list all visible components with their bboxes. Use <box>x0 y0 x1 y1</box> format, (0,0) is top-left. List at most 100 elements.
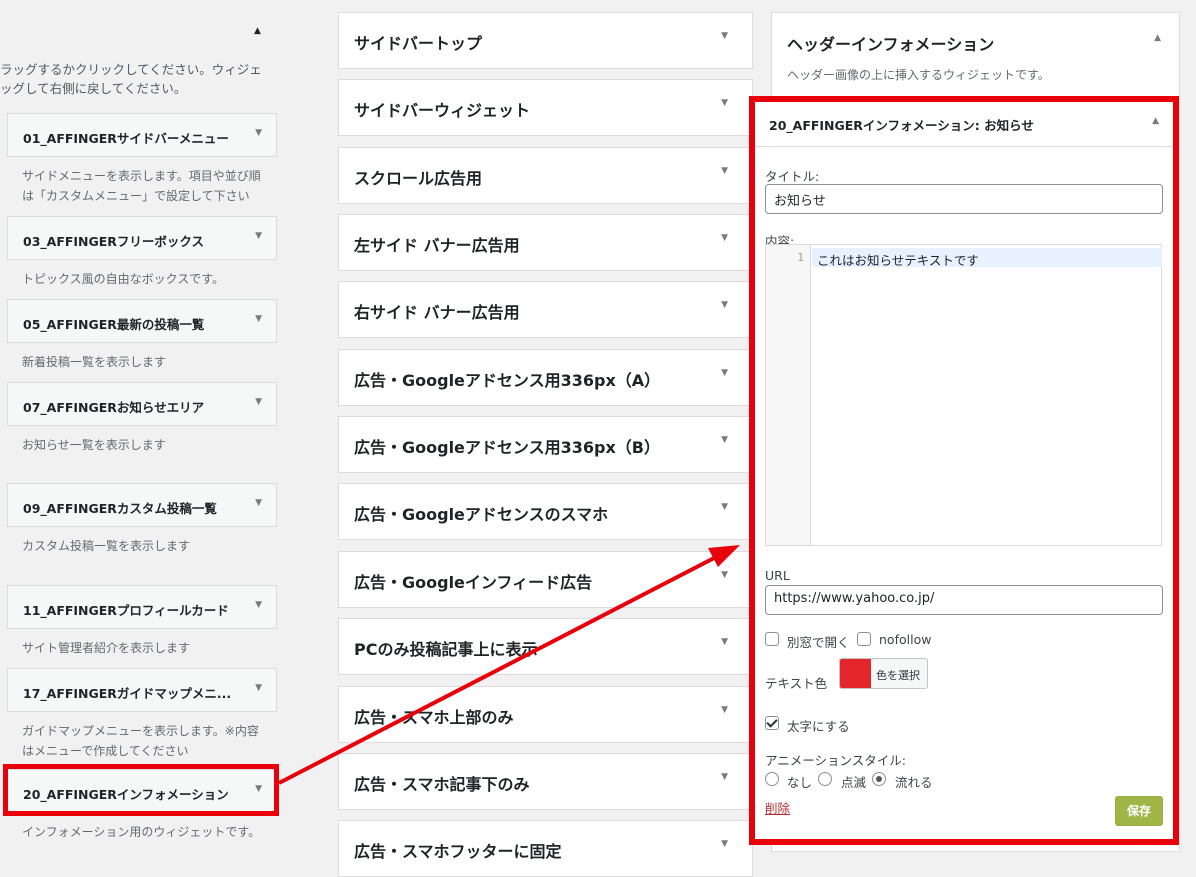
collapse-up-icon[interactable]: ▲ <box>1152 116 1159 126</box>
anim-none-label: なし <box>787 775 813 790</box>
widget-title: 03_AFFINGERフリーボックス <box>23 234 205 249</box>
line-number: 1 <box>797 251 804 264</box>
url-label: URL <box>765 568 790 583</box>
available-widget[interactable]: 17_AFFINGERガイドマップメニ... ▼ <box>7 668 277 712</box>
widget-area-title: 広告・Googleインフィード広告 <box>354 573 593 592</box>
area-title: ヘッダーインフォメーション <box>787 35 995 54</box>
widget-area[interactable]: 広告・スマホフッターに固定 ▼ <box>338 820 753 877</box>
available-widget[interactable]: 01_AFFINGERサイドバーメニュー ▼ <box>7 113 277 157</box>
anim-blink-radio[interactable] <box>818 772 832 786</box>
widget-description: トピックス風の自由なボックスです。 <box>22 272 225 286</box>
animation-style-label: アニメーションスタイル: <box>765 753 906 768</box>
expand-down-icon[interactable]: ▼ <box>721 166 728 176</box>
expand-down-icon[interactable]: ▼ <box>255 128 262 138</box>
content-editor[interactable]: 1 これはお知らせテキストです <box>765 244 1162 546</box>
save-button[interactable]: 保存 <box>1115 796 1163 826</box>
available-widget[interactable]: 07_AFFINGERお知らせエリア ▼ <box>7 382 277 426</box>
url-input[interactable]: https://www.yahoo.co.jp/ <box>765 585 1163 615</box>
delete-link[interactable]: 削除 <box>765 798 790 817</box>
widget-area[interactable]: 広告・スマホ上部のみ ▼ <box>338 686 753 743</box>
expand-down-icon[interactable]: ▼ <box>721 233 728 243</box>
widget-description: お知らせ一覧を表示します <box>22 438 166 452</box>
collapse-up-icon[interactable]: ▲ <box>254 26 261 36</box>
widget-area[interactable]: 左サイド バナー広告用 ▼ <box>338 214 753 271</box>
anim-flow-radio[interactable] <box>872 772 886 786</box>
expand-down-icon[interactable]: ▼ <box>721 300 728 310</box>
expand-down-icon[interactable]: ▼ <box>255 231 262 241</box>
available-widget[interactable]: 11_AFFINGERプロフィールカード ▼ <box>7 585 277 629</box>
expand-down-icon[interactable]: ▼ <box>255 683 262 693</box>
widget-description: サイドメニューを表示します。項目や並び順 は「カスタムメニュー」で設定して下さい <box>22 169 261 203</box>
widget-area-title: 広告・Googleアドセンス用336px（B） <box>354 438 660 457</box>
widget-area[interactable]: スクロール広告用 ▼ <box>338 147 753 204</box>
widget-editor-header[interactable]: 20_AFFINGERインフォメーション: お知らせ ▲ <box>755 102 1173 147</box>
expand-down-icon[interactable]: ▼ <box>721 637 728 647</box>
widget-area[interactable]: 広告・Googleアドセンス用336px（B） ▼ <box>338 416 753 473</box>
widget-area-title: サイドバーウィジェット <box>354 101 531 120</box>
expand-down-icon[interactable]: ▼ <box>255 397 262 407</box>
expand-down-icon[interactable]: ▼ <box>721 502 728 512</box>
widget-area-title: スクロール広告用 <box>354 169 483 188</box>
title-input[interactable]: お知らせ <box>765 184 1163 214</box>
widget-area-title: 右サイド バナー広告用 <box>354 303 520 322</box>
new-window-checkbox[interactable] <box>765 632 779 646</box>
widget-area-title: 広告・スマホ上部のみ <box>354 708 514 727</box>
expand-down-icon[interactable]: ▼ <box>255 600 262 610</box>
widget-area[interactable]: サイドバートップ ▼ <box>338 12 753 69</box>
widget-area[interactable]: PCのみ投稿記事上に表示 ▼ <box>338 618 753 675</box>
widget-description: 新着投稿一覧を表示します <box>22 355 167 369</box>
widget-area-title: 左サイド バナー広告用 <box>354 236 520 255</box>
available-widget[interactable]: 03_AFFINGERフリーボックス ▼ <box>7 216 277 260</box>
active-code-line[interactable]: これはお知らせテキストです <box>812 248 1162 268</box>
expand-down-icon[interactable]: ▼ <box>721 368 728 378</box>
widget-description: インフォメーション用のウィジェットです。 <box>22 825 261 839</box>
expand-down-icon[interactable]: ▼ <box>721 435 728 445</box>
anim-flow-label: 流れる <box>895 775 933 790</box>
highlight-frame <box>3 764 279 816</box>
text-color-label: テキスト色 <box>765 676 828 691</box>
available-widget[interactable]: 09_AFFINGERカスタム投稿一覧 ▼ <box>7 483 277 527</box>
widget-area-title: 広告・スマホ記事下のみ <box>354 775 530 794</box>
widget-area[interactable]: 広告・Googleアドセンスのスマホ ▼ <box>338 483 753 540</box>
widget-title: 05_AFFINGER最新の投稿一覧 <box>23 317 205 332</box>
widget-area[interactable]: 広告・Googleアドセンス用336px（A） ▼ <box>338 349 753 406</box>
collapse-up-icon[interactable]: ▲ <box>1154 33 1161 43</box>
color-picker-label: 色を選択 <box>876 669 920 682</box>
bold-checkbox[interactable] <box>765 716 779 730</box>
widget-editor-title: 20_AFFINGERインフォメーション: お知らせ <box>769 118 1034 133</box>
widget-title: 11_AFFINGERプロフィールカード <box>23 603 229 618</box>
expand-down-icon[interactable]: ▼ <box>721 705 728 715</box>
expand-down-icon[interactable]: ▼ <box>721 772 728 782</box>
widget-area[interactable]: 右サイド バナー広告用 ▼ <box>338 281 753 338</box>
anim-none-radio[interactable] <box>765 772 779 786</box>
widget-area-title: 広告・Googleアドセンスのスマホ <box>354 505 609 524</box>
nofollow-label: nofollow <box>879 632 932 647</box>
available-widget[interactable]: 05_AFFINGER最新の投稿一覧 ▼ <box>7 299 277 343</box>
expand-down-icon[interactable]: ▼ <box>721 98 728 108</box>
widget-area[interactable]: 広告・Googleインフィード広告 ▼ <box>338 551 753 608</box>
bold-label: 太字にする <box>787 719 850 734</box>
widget-title: 17_AFFINGERガイドマップメニ... <box>23 686 232 701</box>
color-picker-button[interactable]: 色を選択 <box>839 658 928 689</box>
expand-down-icon[interactable]: ▼ <box>255 498 262 508</box>
widget-area-title: サイドバートップ <box>354 34 483 53</box>
expand-down-icon[interactable]: ▼ <box>721 570 728 580</box>
available-widgets-intro: ラッグするかクリックしてください。ウィジェ ッグして右側に戻してください。 <box>0 62 262 96</box>
area-description: ヘッダー画像の上に挿入するウィジェットです。 <box>787 68 1050 82</box>
widget-title: 09_AFFINGERカスタム投稿一覧 <box>23 501 217 516</box>
widget-area[interactable]: 広告・スマホ記事下のみ ▼ <box>338 753 753 810</box>
widget-description: ガイドマップメニューを表示します。※内容 はメニューで作成してください <box>22 724 259 758</box>
widget-description: カスタム投稿一覧を表示します <box>22 539 191 553</box>
line-number-gutter: 1 <box>766 245 811 545</box>
widget-area[interactable]: サイドバーウィジェット ▼ <box>338 79 753 136</box>
widget-area-title: 広告・Googleアドセンス用336px（A） <box>354 371 661 390</box>
widget-editor: 20_AFFINGERインフォメーション: お知らせ ▲ タイトル: お知らせ … <box>749 96 1179 845</box>
new-window-label: 別窓で開く <box>787 635 850 650</box>
nofollow-checkbox[interactable] <box>857 632 871 646</box>
widget-area-title: 広告・スマホフッターに固定 <box>354 842 562 861</box>
widget-area-title: PCのみ投稿記事上に表示 <box>354 640 538 659</box>
expand-down-icon[interactable]: ▼ <box>721 31 728 41</box>
title-label: タイトル: <box>765 169 820 184</box>
expand-down-icon[interactable]: ▼ <box>721 839 728 849</box>
expand-down-icon[interactable]: ▼ <box>255 314 262 324</box>
